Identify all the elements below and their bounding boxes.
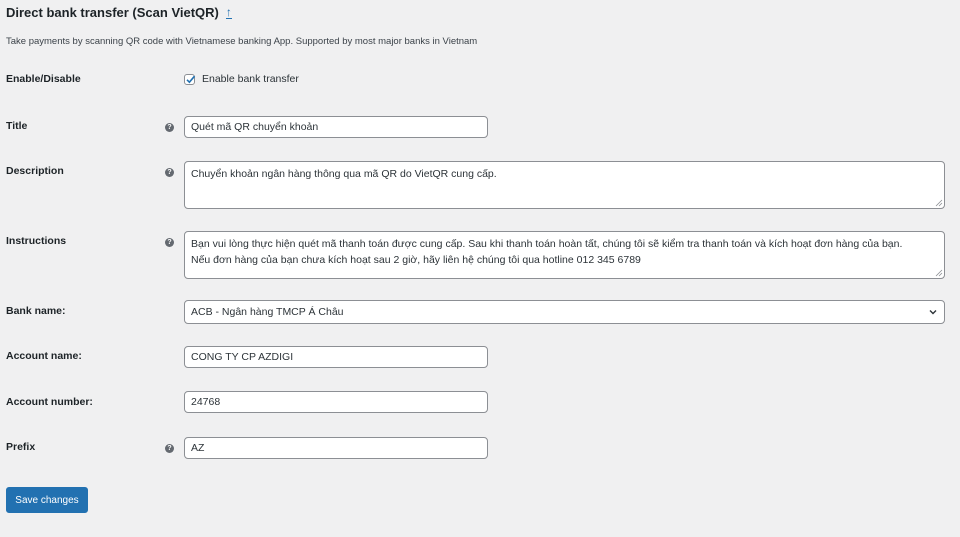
instructions-label: Instructions <box>6 235 67 247</box>
bank-name-select[interactable]: ACB - Ngân hàng TMCP Á Châu <box>184 300 945 324</box>
page-title-text: Direct bank transfer (Scan VietQR) <box>6 5 219 20</box>
help-icon: ? <box>165 168 174 177</box>
bank-name-label: Bank name: <box>6 305 66 317</box>
resize-handle-icon[interactable] <box>935 199 943 207</box>
enable-checkbox[interactable] <box>184 73 196 85</box>
instructions-line-2: Nếu đơn hàng của bạn chưa kích hoạt sau … <box>191 254 641 266</box>
resize-handle-icon[interactable] <box>935 269 943 277</box>
enable-checkbox-row[interactable]: Enable bank transfer <box>184 73 299 85</box>
account-number-input[interactable]: 24768 <box>184 391 488 413</box>
title-input[interactable]: Quét mã QR chuyển khoản <box>184 116 488 138</box>
account-name-label: Account name: <box>6 350 82 362</box>
title-label: Title <box>6 120 28 132</box>
help-icon: ? <box>165 444 174 453</box>
up-arrow-link-icon[interactable]: ↑ <box>225 6 232 19</box>
account-number-label: Account number: <box>6 396 93 408</box>
description-text: Chuyển khoản ngân hàng thông qua mã QR d… <box>191 168 497 180</box>
prefix-label: Prefix <box>6 441 36 453</box>
description-textarea[interactable]: Chuyển khoản ngân hàng thông qua mã QR d… <box>184 161 945 209</box>
enable-label: Enable/Disable <box>6 73 81 85</box>
page-title: Direct bank transfer (Scan VietQR) ↑ <box>6 5 232 20</box>
instructions-textarea[interactable]: Bạn vui lòng thực hiện quét mã thanh toá… <box>184 231 945 279</box>
prefix-input[interactable]: AZ <box>184 437 488 459</box>
help-icon: ? <box>165 238 174 247</box>
save-changes-button[interactable]: Save changes <box>6 487 88 513</box>
gateway-description: Take payments by scanning QR code with V… <box>6 36 478 47</box>
description-label: Description <box>6 165 64 177</box>
account-name-input[interactable]: CONG TY CP AZDIGI <box>184 346 488 368</box>
enable-checkbox-label: Enable bank transfer <box>202 73 299 85</box>
help-icon: ? <box>165 123 174 132</box>
instructions-line-1: Bạn vui lòng thực hiện quét mã thanh toá… <box>191 238 903 250</box>
chevron-down-icon <box>929 310 937 315</box>
checkmark-icon <box>186 75 196 83</box>
bank-name-selected: ACB - Ngân hàng TMCP Á Châu <box>191 306 344 318</box>
